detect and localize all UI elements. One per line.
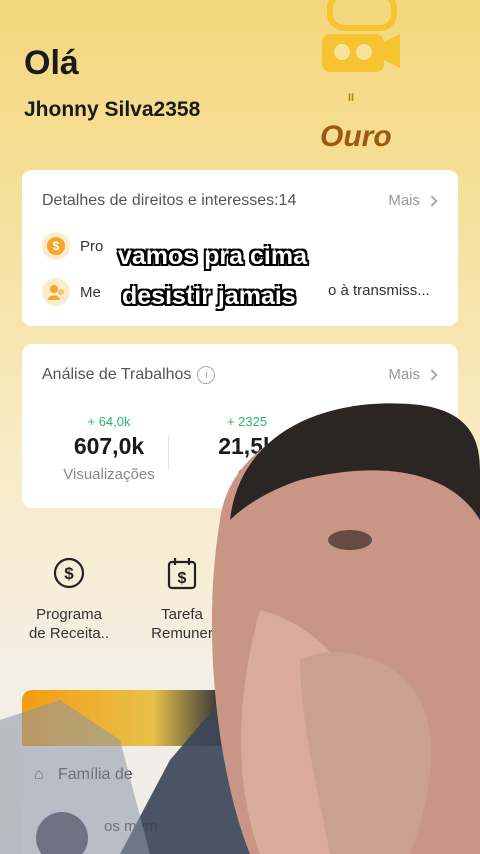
rights-row-member[interactable]: Me: [42, 278, 101, 306]
stat-views[interactable]: + 64,0k 607,0k Visualizações: [44, 414, 174, 483]
rights-card-title: Detalhes de direitos e interesses:14: [42, 192, 297, 209]
works-card-title: Análise de Trabalhos: [42, 366, 192, 384]
overlay-caption-line2: desistir jamais: [122, 282, 296, 310]
rights-row-program[interactable]: $ Pro: [42, 232, 103, 260]
overlay-caption-line1: vamos pra cima: [118, 242, 307, 270]
member-icon: [42, 278, 70, 306]
stat-delta: + 2325: [226, 414, 268, 429]
rights-row-label: Pro: [80, 237, 104, 255]
tool-label-line1: Programa: [36, 606, 102, 623]
works-more-link[interactable]: Mais: [388, 366, 438, 383]
rights-more-label: Mais: [388, 192, 420, 209]
coin-icon: $: [42, 232, 70, 260]
works-analysis-card[interactable]: Análise de Trabalhos i Mais + 64,0k 607,0…: [22, 344, 458, 508]
stat-likes[interactable]: + 2325 21,5k Cu: [192, 414, 302, 483]
works-more-label: Mais: [388, 366, 420, 383]
stat-delta: + 64,0k: [87, 414, 131, 429]
stat-label: Cu: [237, 466, 257, 483]
stat-label: Visualizações: [63, 466, 155, 483]
works-card-title-wrap: Análise de Trabalhos i: [42, 366, 216, 384]
family-card[interactable]: ⌂ Família de os mem: [22, 690, 458, 854]
tool-label-line1: Tarefa: [161, 606, 203, 623]
chevron-right-icon: [426, 194, 438, 207]
badge-level: II: [348, 92, 355, 104]
dollar-circle-icon: $: [53, 557, 85, 589]
avatar: [36, 812, 88, 854]
stat-value: 21,5k: [218, 433, 276, 459]
tool-label-line2: Remuner: [151, 625, 213, 642]
username: Jhonny Silva2358: [24, 98, 201, 121]
tool-label-line2: de Receita..: [28, 625, 110, 642]
dollar-calendar-icon: $: [167, 558, 197, 590]
family-title: Família de: [58, 766, 133, 783]
rights-row-tail: o à transmiss...: [328, 282, 430, 299]
stat-divider: [168, 436, 169, 470]
svg-text:$: $: [178, 570, 187, 587]
greeting-title: Olá: [24, 44, 79, 82]
stat-value: 607,0k: [73, 433, 145, 459]
svg-text:$: $: [64, 564, 74, 583]
home-icon: ⌂: [34, 766, 44, 783]
tool-revenue-program[interactable]: $ Programa de Receita..: [20, 556, 118, 643]
family-banner: [22, 690, 458, 746]
rights-more-link[interactable]: Mais: [388, 192, 438, 209]
info-icon[interactable]: i: [197, 366, 216, 384]
badge-label: Ouro: [320, 120, 392, 153]
chevron-right-icon: [426, 368, 438, 381]
family-subtitle: os mem: [104, 818, 158, 835]
rights-row-label: Me: [80, 283, 101, 301]
tool-paid-tasks[interactable]: $ Tarefa Remuner: [132, 556, 232, 643]
